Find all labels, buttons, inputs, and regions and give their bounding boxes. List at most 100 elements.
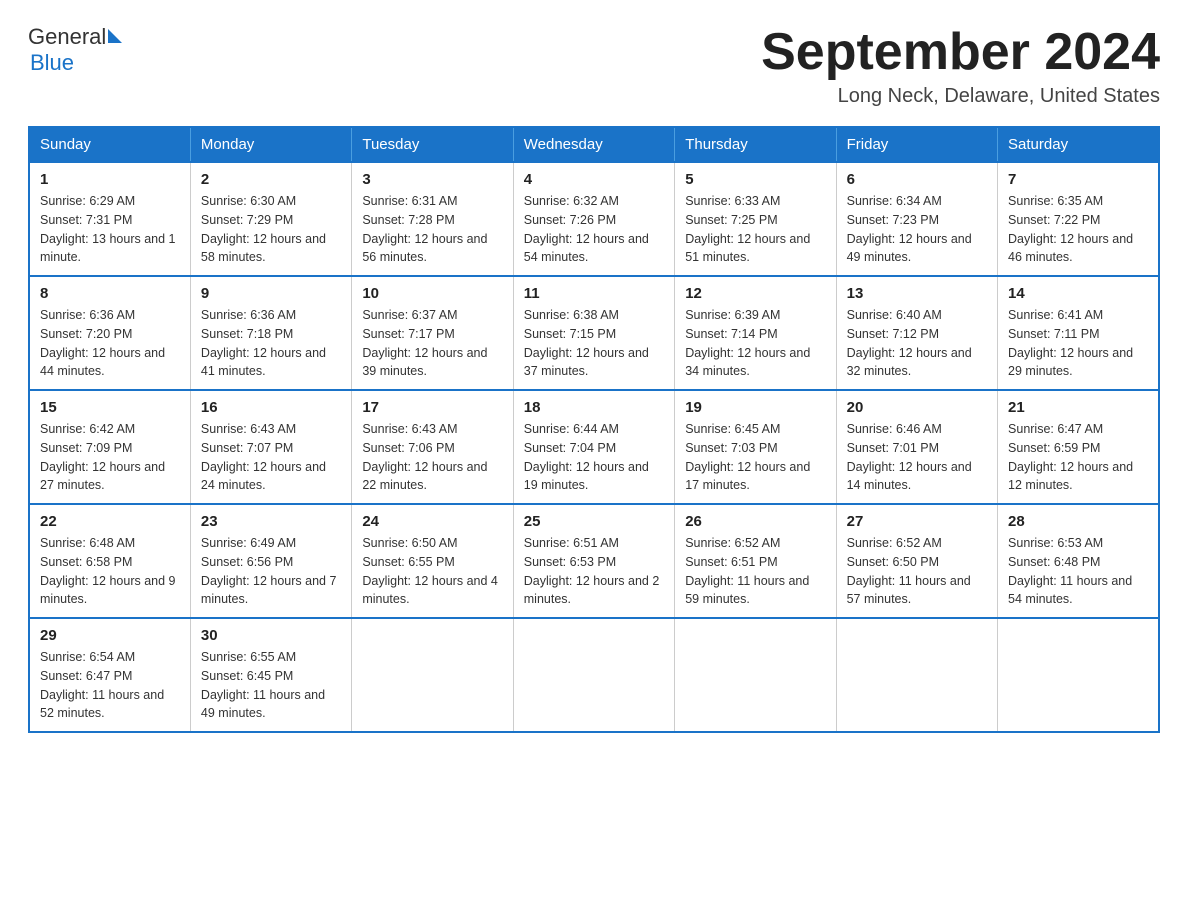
calendar-cell	[675, 618, 836, 732]
logo-blue-text: Blue	[30, 50, 122, 76]
day-number: 25	[524, 513, 664, 530]
day-number: 24	[362, 513, 502, 530]
day-number: 30	[201, 627, 341, 644]
calendar-cell: 9 Sunrise: 6:36 AMSunset: 7:18 PMDaylight…	[190, 276, 351, 390]
day-number: 15	[40, 399, 180, 416]
day-info: Sunrise: 6:54 AMSunset: 6:47 PMDaylight:…	[40, 648, 180, 723]
day-info: Sunrise: 6:51 AMSunset: 6:53 PMDaylight:…	[524, 534, 664, 609]
day-number: 8	[40, 285, 180, 302]
calendar-cell: 30 Sunrise: 6:55 AMSunset: 6:45 PMDayligh…	[190, 618, 351, 732]
day-number: 3	[362, 171, 502, 188]
calendar-body: 1 Sunrise: 6:29 AMSunset: 7:31 PMDaylight…	[29, 162, 1159, 732]
day-info: Sunrise: 6:40 AMSunset: 7:12 PMDaylight:…	[847, 306, 987, 381]
calendar-cell: 12 Sunrise: 6:39 AMSunset: 7:14 PMDayligh…	[675, 276, 836, 390]
calendar-cell	[998, 618, 1159, 732]
header-saturday: Saturday	[998, 127, 1159, 162]
calendar-cell	[836, 618, 997, 732]
calendar-cell: 4 Sunrise: 6:32 AMSunset: 7:26 PMDaylight…	[513, 162, 674, 276]
day-number: 21	[1008, 399, 1148, 416]
day-info: Sunrise: 6:39 AMSunset: 7:14 PMDaylight:…	[685, 306, 825, 381]
day-info: Sunrise: 6:38 AMSunset: 7:15 PMDaylight:…	[524, 306, 664, 381]
calendar-cell: 11 Sunrise: 6:38 AMSunset: 7:15 PMDayligh…	[513, 276, 674, 390]
calendar-cell: 28 Sunrise: 6:53 AMSunset: 6:48 PMDayligh…	[998, 504, 1159, 618]
day-info: Sunrise: 6:48 AMSunset: 6:58 PMDaylight:…	[40, 534, 180, 609]
day-info: Sunrise: 6:36 AMSunset: 7:20 PMDaylight:…	[40, 306, 180, 381]
week-row-4: 22 Sunrise: 6:48 AMSunset: 6:58 PMDayligh…	[29, 504, 1159, 618]
day-number: 4	[524, 171, 664, 188]
header-row: SundayMondayTuesdayWednesdayThursdayFrid…	[29, 127, 1159, 162]
day-number: 23	[201, 513, 341, 530]
page-header: General Blue September 2024 Long Neck, D…	[28, 24, 1160, 108]
day-info: Sunrise: 6:42 AMSunset: 7:09 PMDaylight:…	[40, 420, 180, 495]
calendar-cell: 21 Sunrise: 6:47 AMSunset: 6:59 PMDayligh…	[998, 390, 1159, 504]
calendar-cell: 3 Sunrise: 6:31 AMSunset: 7:28 PMDaylight…	[352, 162, 513, 276]
day-number: 5	[685, 171, 825, 188]
day-info: Sunrise: 6:53 AMSunset: 6:48 PMDaylight:…	[1008, 534, 1148, 609]
day-number: 28	[1008, 513, 1148, 530]
day-info: Sunrise: 6:52 AMSunset: 6:50 PMDaylight:…	[847, 534, 987, 609]
week-row-1: 1 Sunrise: 6:29 AMSunset: 7:31 PMDaylight…	[29, 162, 1159, 276]
day-number: 11	[524, 285, 664, 302]
calendar-cell: 7 Sunrise: 6:35 AMSunset: 7:22 PMDaylight…	[998, 162, 1159, 276]
day-info: Sunrise: 6:55 AMSunset: 6:45 PMDaylight:…	[201, 648, 341, 723]
day-info: Sunrise: 6:32 AMSunset: 7:26 PMDaylight:…	[524, 192, 664, 267]
calendar-cell: 16 Sunrise: 6:43 AMSunset: 7:07 PMDayligh…	[190, 390, 351, 504]
day-number: 13	[847, 285, 987, 302]
calendar-table: SundayMondayTuesdayWednesdayThursdayFrid…	[28, 126, 1160, 733]
header-monday: Monday	[190, 127, 351, 162]
calendar-cell: 20 Sunrise: 6:46 AMSunset: 7:01 PMDayligh…	[836, 390, 997, 504]
day-info: Sunrise: 6:47 AMSunset: 6:59 PMDaylight:…	[1008, 420, 1148, 495]
day-info: Sunrise: 6:36 AMSunset: 7:18 PMDaylight:…	[201, 306, 341, 381]
week-row-2: 8 Sunrise: 6:36 AMSunset: 7:20 PMDaylight…	[29, 276, 1159, 390]
day-number: 12	[685, 285, 825, 302]
day-info: Sunrise: 6:37 AMSunset: 7:17 PMDaylight:…	[362, 306, 502, 381]
logo-general-text: General	[28, 24, 106, 50]
calendar-cell: 25 Sunrise: 6:51 AMSunset: 6:53 PMDayligh…	[513, 504, 674, 618]
calendar-cell: 13 Sunrise: 6:40 AMSunset: 7:12 PMDayligh…	[836, 276, 997, 390]
location-subtitle: Long Neck, Delaware, United States	[761, 85, 1160, 108]
day-info: Sunrise: 6:33 AMSunset: 7:25 PMDaylight:…	[685, 192, 825, 267]
header-tuesday: Tuesday	[352, 127, 513, 162]
day-info: Sunrise: 6:31 AMSunset: 7:28 PMDaylight:…	[362, 192, 502, 267]
day-number: 1	[40, 171, 180, 188]
day-info: Sunrise: 6:41 AMSunset: 7:11 PMDaylight:…	[1008, 306, 1148, 381]
calendar-cell: 29Sunrise: 6:54 AMSunset: 6:47 PMDayligh…	[29, 618, 190, 732]
day-number: 20	[847, 399, 987, 416]
day-number: 6	[847, 171, 987, 188]
header-thursday: Thursday	[675, 127, 836, 162]
day-number: 27	[847, 513, 987, 530]
header-friday: Friday	[836, 127, 997, 162]
calendar-header: SundayMondayTuesdayWednesdayThursdayFrid…	[29, 127, 1159, 162]
header-wednesday: Wednesday	[513, 127, 674, 162]
calendar-cell: 6 Sunrise: 6:34 AMSunset: 7:23 PMDaylight…	[836, 162, 997, 276]
calendar-cell: 22 Sunrise: 6:48 AMSunset: 6:58 PMDayligh…	[29, 504, 190, 618]
calendar-cell: 10Sunrise: 6:37 AMSunset: 7:17 PMDayligh…	[352, 276, 513, 390]
calendar-cell	[352, 618, 513, 732]
calendar-cell	[513, 618, 674, 732]
day-info: Sunrise: 6:46 AMSunset: 7:01 PMDaylight:…	[847, 420, 987, 495]
day-number: 19	[685, 399, 825, 416]
day-number: 22	[40, 513, 180, 530]
day-info: Sunrise: 6:43 AMSunset: 7:07 PMDaylight:…	[201, 420, 341, 495]
day-number: 17	[362, 399, 502, 416]
week-row-5: 29Sunrise: 6:54 AMSunset: 6:47 PMDayligh…	[29, 618, 1159, 732]
day-number: 7	[1008, 171, 1148, 188]
day-info: Sunrise: 6:29 AMSunset: 7:31 PMDaylight:…	[40, 192, 180, 267]
calendar-cell: 8 Sunrise: 6:36 AMSunset: 7:20 PMDaylight…	[29, 276, 190, 390]
calendar-cell: 18Sunrise: 6:44 AMSunset: 7:04 PMDayligh…	[513, 390, 674, 504]
day-info: Sunrise: 6:34 AMSunset: 7:23 PMDaylight:…	[847, 192, 987, 267]
calendar-cell: 24Sunrise: 6:50 AMSunset: 6:55 PMDayligh…	[352, 504, 513, 618]
day-info: Sunrise: 6:45 AMSunset: 7:03 PMDaylight:…	[685, 420, 825, 495]
day-number: 9	[201, 285, 341, 302]
day-info: Sunrise: 6:49 AMSunset: 6:56 PMDaylight:…	[201, 534, 341, 609]
calendar-cell: 23 Sunrise: 6:49 AMSunset: 6:56 PMDayligh…	[190, 504, 351, 618]
calendar-title-block: September 2024 Long Neck, Delaware, Unit…	[761, 24, 1160, 108]
day-number: 16	[201, 399, 341, 416]
calendar-cell: 27 Sunrise: 6:52 AMSunset: 6:50 PMDayligh…	[836, 504, 997, 618]
day-info: Sunrise: 6:30 AMSunset: 7:29 PMDaylight:…	[201, 192, 341, 267]
calendar-cell: 19 Sunrise: 6:45 AMSunset: 7:03 PMDayligh…	[675, 390, 836, 504]
calendar-cell: 26Sunrise: 6:52 AMSunset: 6:51 PMDayligh…	[675, 504, 836, 618]
day-info: Sunrise: 6:35 AMSunset: 7:22 PMDaylight:…	[1008, 192, 1148, 267]
day-number: 18	[524, 399, 664, 416]
calendar-cell: 17Sunrise: 6:43 AMSunset: 7:06 PMDayligh…	[352, 390, 513, 504]
